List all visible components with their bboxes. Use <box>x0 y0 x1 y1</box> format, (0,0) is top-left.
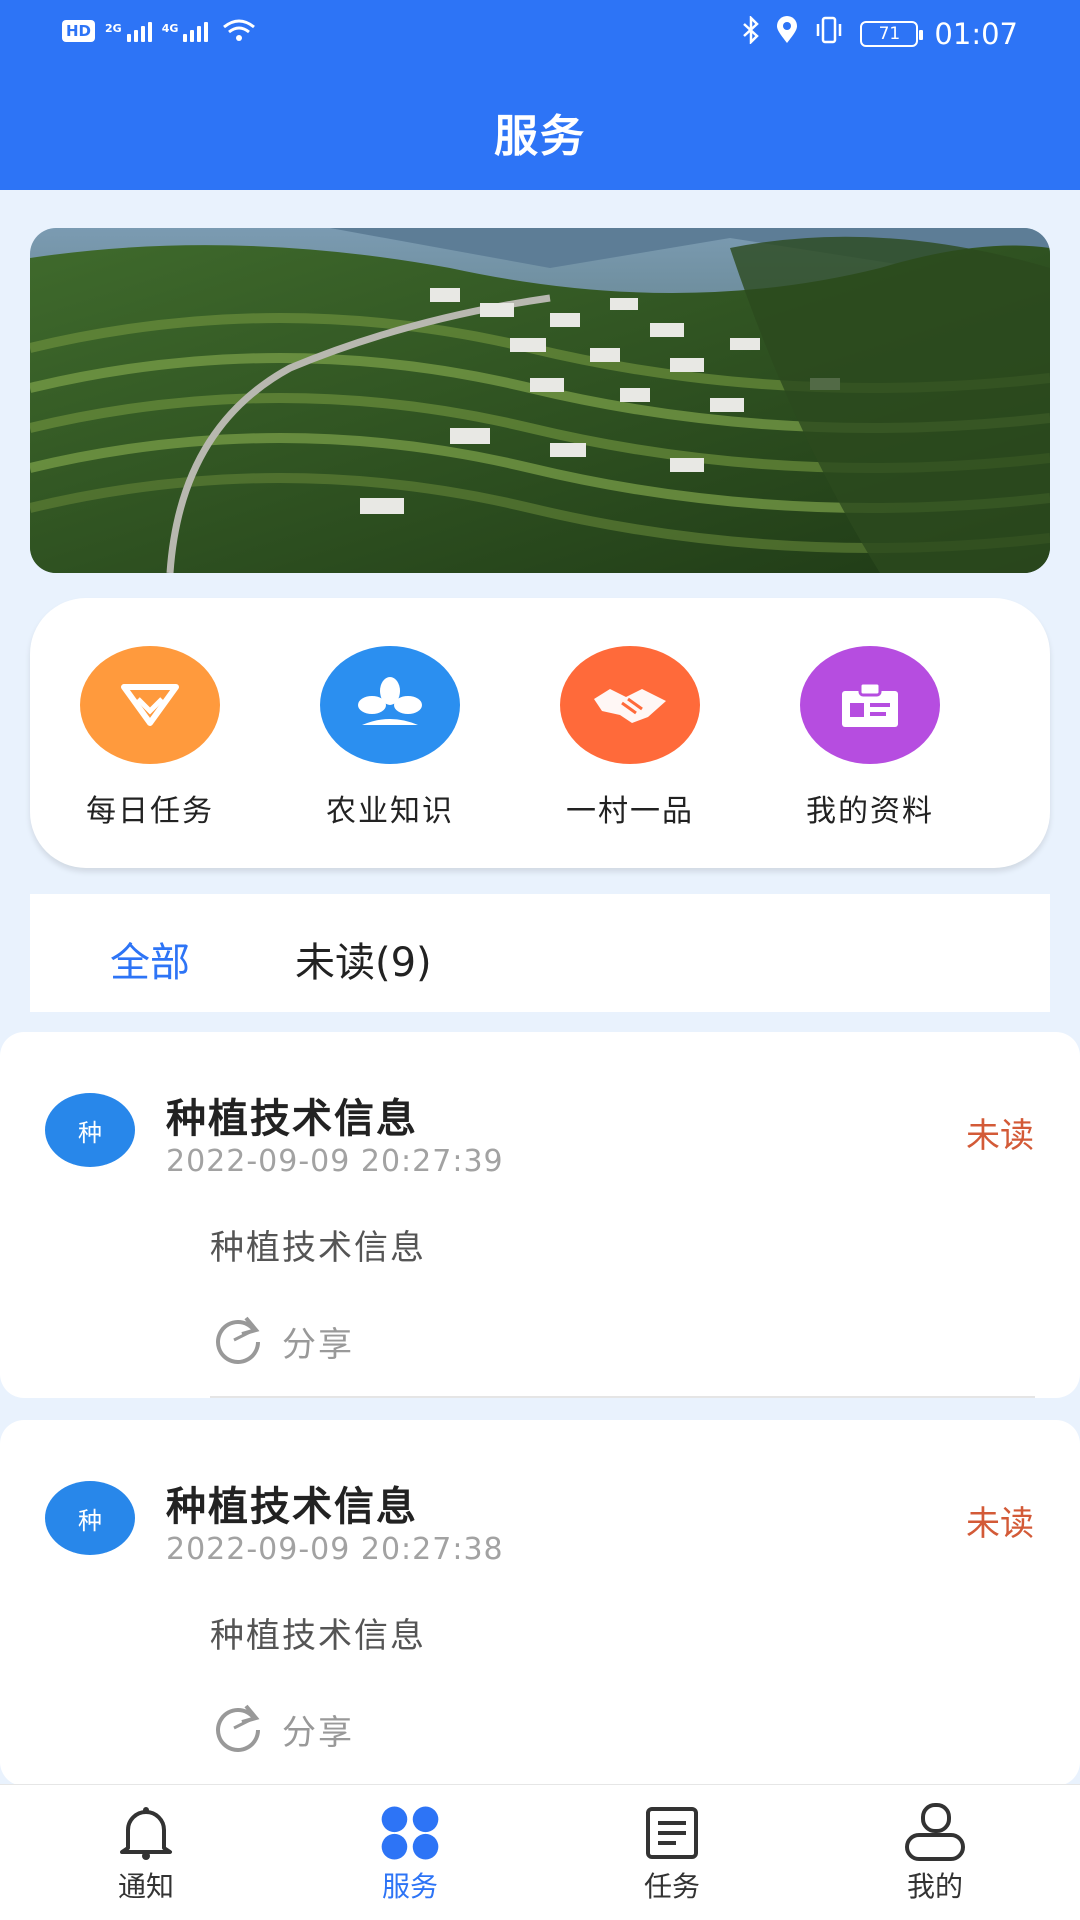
user-icon <box>903 1803 967 1863</box>
nav-label: 我的 <box>906 1870 963 1903</box>
card-divider <box>210 1396 1035 1398</box>
plant-leaf-icon <box>320 646 460 764</box>
message-title: 种植技术信息 <box>166 1096 418 1142</box>
share-button[interactable]: 分享 <box>210 1702 354 1756</box>
status-left: HD 2G 4G <box>62 18 256 42</box>
nav-item-notice[interactable]: 通知 <box>66 1803 226 1905</box>
status-bar: HD 2G 4G 71 01:07 <box>0 0 1080 70</box>
battery-icon: 71 <box>860 20 924 47</box>
sim1-network-label: 2G <box>105 22 122 35</box>
sim1-signal-icon: 2G <box>105 22 152 42</box>
message-body: 种植技术信息 <box>210 1228 426 1268</box>
clock: 01:07 <box>934 16 1018 51</box>
tab-all[interactable]: 全部 <box>110 930 190 988</box>
banner-image[interactable] <box>30 228 1050 573</box>
nav-label: 服务 <box>381 1870 438 1903</box>
share-button[interactable]: 分享 <box>210 1314 354 1368</box>
sim2-network-label: 4G <box>161 22 179 35</box>
quick-item-label: 一村一品 <box>566 794 694 829</box>
nav-label: 通知 <box>117 1870 174 1903</box>
message-title: 种植技术信息 <box>166 1484 418 1530</box>
share-refresh-icon <box>210 1314 266 1368</box>
vibrate-icon <box>814 16 844 51</box>
message-card[interactable]: 种 种植技术信息 2022-09-09 20:27:39 未读 种植技术信息 分… <box>0 1032 1080 1398</box>
message-time: 2022-09-09 20:27:38 <box>166 1532 504 1567</box>
nav-label: 任务 <box>643 1870 700 1903</box>
nav-item-service[interactable]: 服务 <box>330 1803 490 1905</box>
task-diamond-icon <box>80 646 220 764</box>
share-label: 分享 <box>282 1324 354 1365</box>
location-icon <box>776 16 798 51</box>
handshake-icon <box>560 646 700 764</box>
filter-tabs: 全部 未读(9) <box>30 894 1050 1012</box>
quick-item-my-profile[interactable]: 我的资料 <box>750 646 990 830</box>
document-icon <box>640 1803 704 1863</box>
quick-item-label: 我的资料 <box>806 794 934 829</box>
nav-item-task[interactable]: 任务 <box>592 1803 752 1905</box>
bell-icon <box>114 1803 178 1863</box>
sim2-signal-icon: 4G <box>162 22 209 42</box>
hd-badge: HD <box>62 20 96 42</box>
avatar: 种 <box>45 1093 135 1167</box>
quick-item-agri-knowledge[interactable]: 农业知识 <box>270 646 510 830</box>
quick-item-label: 农业知识 <box>326 794 454 829</box>
share-refresh-icon <box>210 1702 266 1756</box>
status-badge: 未读 <box>966 1116 1034 1156</box>
share-label: 分享 <box>282 1712 354 1753</box>
avatar: 种 <box>45 1481 135 1555</box>
quick-item-daily-task[interactable]: 每日任务 <box>30 646 270 830</box>
app-header: HD 2G 4G 71 01:07 服务 <box>0 0 1080 190</box>
grid-clover-icon <box>378 1803 442 1863</box>
message-card[interactable]: 种 种植技术信息 2022-09-09 20:27:38 未读 种植技术信息 分… <box>0 1420 1080 1786</box>
quick-item-one-village-one-product[interactable]: 一村一品 <box>510 646 750 830</box>
message-body: 种植技术信息 <box>210 1616 426 1656</box>
status-badge: 未读 <box>966 1504 1034 1544</box>
wifi-icon <box>222 18 256 42</box>
bottom-navigation: 通知 服务 任务 我的 <box>0 1784 1080 1920</box>
quick-menu: 每日任务 农业知识 一村一品 我的资料 <box>30 598 1050 868</box>
id-card-icon <box>800 646 940 764</box>
status-right: 71 01:07 <box>742 14 1018 51</box>
page-title: 服务 <box>494 111 586 162</box>
message-time: 2022-09-09 20:27:39 <box>166 1144 504 1179</box>
quick-item-label: 每日任务 <box>86 794 214 829</box>
tab-unread[interactable]: 未读(9) <box>295 930 432 988</box>
nav-item-mine[interactable]: 我的 <box>855 1803 1015 1905</box>
bluetooth-icon <box>742 14 760 51</box>
